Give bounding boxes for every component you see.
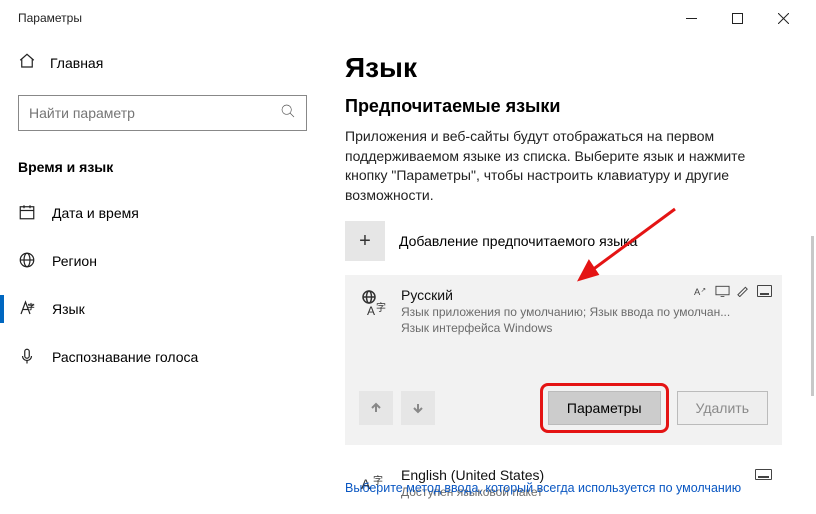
svg-text:字: 字 bbox=[28, 301, 35, 310]
sidebar-item-label: Распознавание голоса bbox=[52, 349, 198, 365]
display-icon bbox=[715, 285, 730, 297]
microphone-icon bbox=[18, 347, 36, 368]
titlebar: Параметры bbox=[0, 0, 816, 36]
language-glyph-icon: A字 bbox=[359, 287, 387, 335]
section-description: Приложения и веб-сайты будут отображатьс… bbox=[345, 127, 775, 205]
sidebar-home[interactable]: Главная bbox=[0, 44, 325, 81]
options-button[interactable]: Параметры bbox=[548, 391, 661, 425]
minimize-button[interactable] bbox=[668, 3, 714, 33]
language-subtitle: Язык приложения по умолчанию; Язык ввода… bbox=[401, 305, 731, 319]
sidebar: Главная Время и язык Дата и время Регион… bbox=[0, 36, 325, 503]
plus-icon: + bbox=[345, 221, 385, 261]
sidebar-item-label: Язык bbox=[52, 301, 85, 317]
add-language-label: Добавление предпочитаемого языка bbox=[399, 233, 637, 249]
sidebar-home-label: Главная bbox=[50, 55, 103, 71]
search-icon bbox=[280, 103, 296, 124]
search-input[interactable] bbox=[29, 105, 280, 121]
close-button[interactable] bbox=[760, 3, 806, 33]
section-subtitle: Предпочитаемые языки bbox=[345, 96, 796, 117]
tts-icon: A↗ bbox=[694, 285, 709, 297]
sidebar-item-label: Регион bbox=[52, 253, 97, 269]
search-input-container[interactable] bbox=[18, 95, 307, 131]
content: Язык Предпочитаемые языки Приложения и в… bbox=[325, 36, 816, 503]
window-title: Параметры bbox=[10, 11, 668, 25]
language-icon: 字 bbox=[18, 299, 36, 320]
sidebar-item-label: Дата и время bbox=[52, 205, 139, 221]
move-down-button[interactable] bbox=[401, 391, 435, 425]
scrollbar[interactable] bbox=[811, 236, 814, 396]
footer-link[interactable]: Выберите метод ввода, который всегда исп… bbox=[345, 473, 796, 503]
add-language-row[interactable]: + Добавление предпочитаемого языка bbox=[345, 221, 796, 261]
remove-button[interactable]: Удалить bbox=[677, 391, 768, 425]
language-item-selected[interactable]: A字 Русский Язык приложения по умолчанию;… bbox=[345, 275, 782, 445]
globe-icon bbox=[18, 251, 36, 272]
handwriting-icon bbox=[736, 285, 751, 297]
sidebar-item-datetime[interactable]: Дата и время bbox=[0, 189, 325, 237]
annotation-highlight: Параметры bbox=[540, 383, 669, 433]
sidebar-item-region[interactable]: Регион bbox=[0, 237, 325, 285]
calendar-icon bbox=[18, 203, 36, 224]
move-up-button[interactable] bbox=[359, 391, 393, 425]
home-icon bbox=[18, 52, 36, 73]
svg-text:A: A bbox=[367, 304, 375, 317]
svg-text:↗: ↗ bbox=[701, 287, 707, 294]
sidebar-item-speech[interactable]: Распознавание голоса bbox=[0, 333, 325, 381]
svg-text:字: 字 bbox=[376, 301, 386, 314]
sidebar-section-title: Время и язык bbox=[0, 149, 325, 189]
maximize-button[interactable] bbox=[714, 3, 760, 33]
language-feature-icons: A↗ bbox=[694, 285, 772, 297]
keyboard-icon bbox=[757, 285, 772, 297]
page-title: Язык bbox=[345, 52, 796, 84]
language-subtitle-2: Язык интерфейса Windows bbox=[401, 321, 768, 335]
sidebar-item-language[interactable]: 字 Язык bbox=[0, 285, 325, 333]
